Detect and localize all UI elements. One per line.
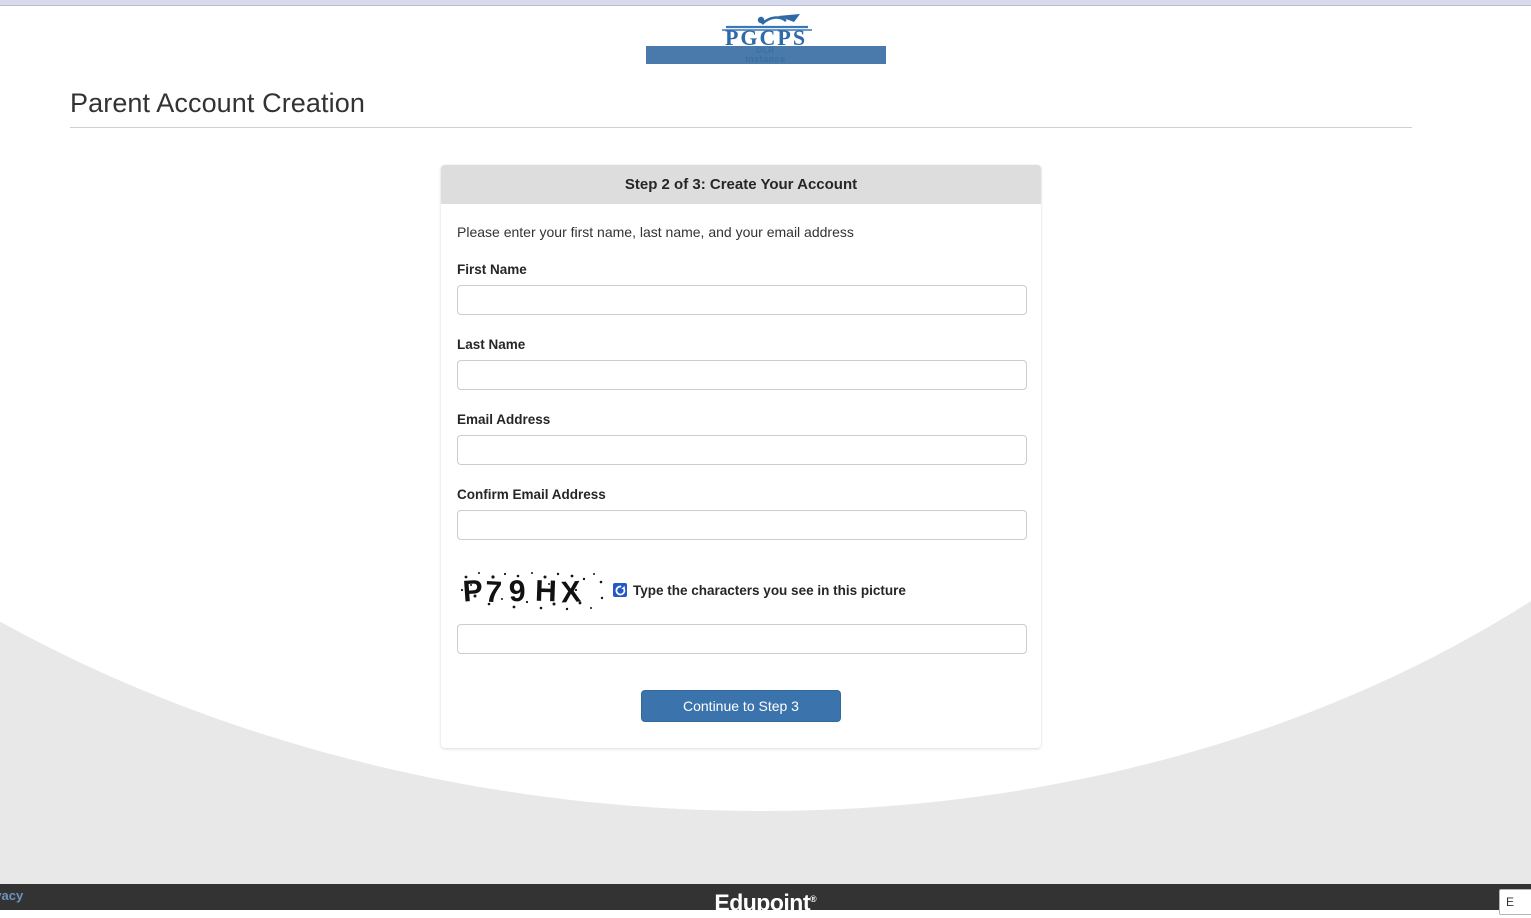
captcha-row: P 7 9 H X — [457, 568, 1025, 612]
submit-row: Continue to Step 3 — [457, 690, 1025, 722]
svg-text:9: 9 — [508, 575, 526, 609]
district-logo: PGCPS OLR Instance — [0, 12, 1531, 69]
captcha-input[interactable] — [457, 624, 1027, 654]
footer-corner-widget[interactable]: E — [1499, 889, 1531, 915]
page-title: Parent Account Creation — [70, 88, 1412, 119]
footer-bar: ct|Privacy — [0, 884, 1531, 910]
page-content: PGCPS OLR Instance Parent Account Creati… — [0, 0, 1531, 884]
top-accent-strip — [0, 0, 1531, 6]
account-creation-card: Step 2 of 3: Create Your Account Please … — [441, 165, 1041, 748]
svg-text:P: P — [462, 574, 484, 608]
logo-banner-line-2: Instance — [646, 55, 886, 63]
last-name-input[interactable] — [457, 360, 1027, 390]
step-header: Step 2 of 3: Create Your Account — [441, 165, 1041, 204]
email-address-input[interactable] — [457, 435, 1027, 465]
svg-text:7: 7 — [484, 576, 502, 610]
card-body: Please enter your first name, last name,… — [441, 204, 1041, 748]
captcha-hint: Type the characters you see in this pict… — [633, 583, 906, 598]
first-name-label: First Name — [457, 262, 1025, 277]
page-title-row: Parent Account Creation — [70, 88, 1412, 128]
logo-block: PGCPS OLR Instance — [646, 12, 886, 64]
footer-corner-widget-text: E — [1506, 895, 1514, 909]
svg-text:PGCPS: PGCPS — [724, 25, 806, 46]
confirm-email-address-input[interactable] — [457, 510, 1027, 540]
pgcps-logo-icon: PGCPS — [666, 12, 866, 46]
refresh-icon[interactable] — [613, 583, 627, 597]
footer-link-privacy[interactable]: Privacy — [0, 888, 23, 903]
email-address-label: Email Address — [457, 412, 1025, 427]
continue-to-step-3-button[interactable]: Continue to Step 3 — [641, 690, 841, 722]
captcha-image: P 7 9 H X — [457, 568, 607, 612]
confirm-email-address-label: Confirm Email Address — [457, 487, 1025, 502]
form-instructions: Please enter your first name, last name,… — [457, 224, 1025, 240]
logo-instance-banner: OLR Instance — [646, 46, 886, 64]
last-name-label: Last Name — [457, 337, 1025, 352]
footer-links: ct|Privacy — [0, 888, 23, 903]
first-name-input[interactable] — [457, 285, 1027, 315]
svg-text:X: X — [560, 576, 582, 610]
